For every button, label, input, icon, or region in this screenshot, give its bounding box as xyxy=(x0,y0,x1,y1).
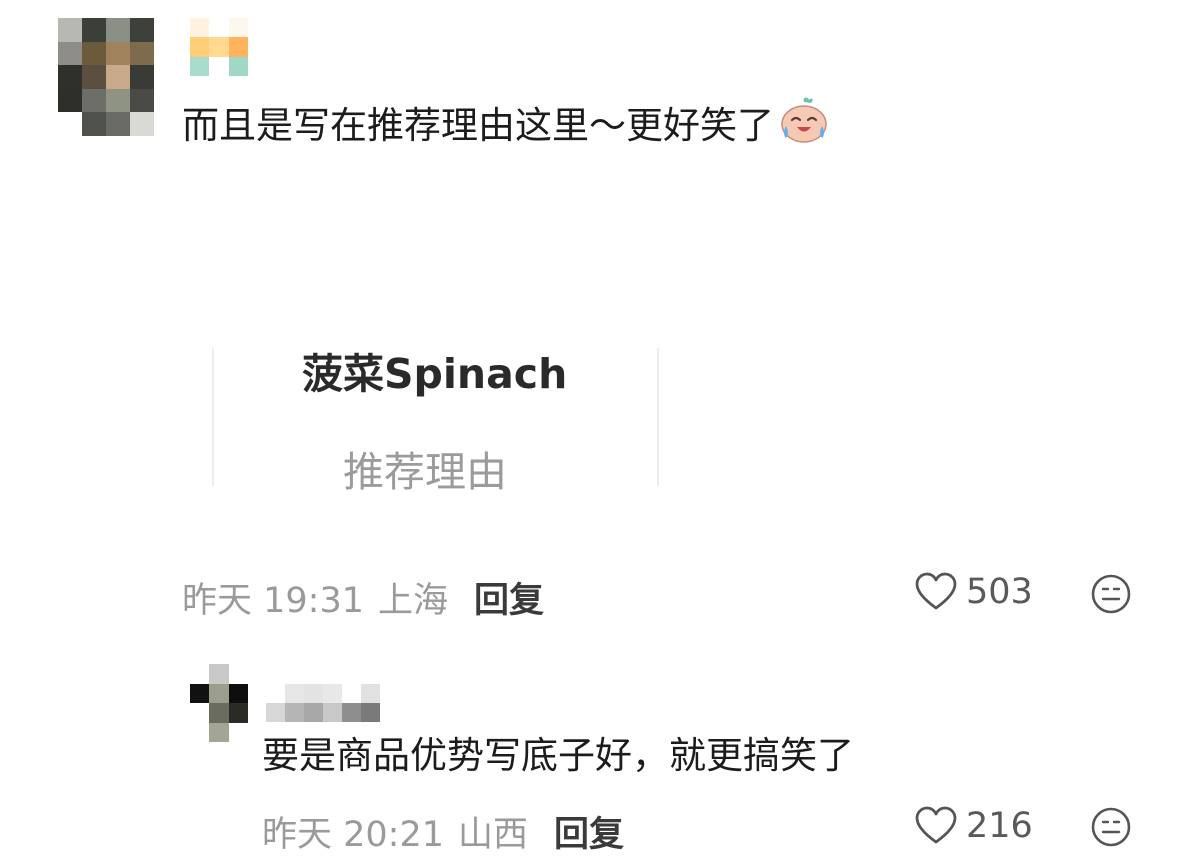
heart-icon xyxy=(915,572,957,610)
pixel-block xyxy=(106,88,130,113)
pixel-block xyxy=(106,65,130,89)
neutral-face-icon xyxy=(1091,574,1131,614)
pixel-block xyxy=(82,112,106,136)
pixel-block xyxy=(209,664,229,684)
pixel-block xyxy=(228,37,248,57)
pixel-block xyxy=(285,684,304,703)
like-count: 216 xyxy=(966,806,1033,846)
pixel-block xyxy=(228,18,248,38)
commenter-avatar[interactable] xyxy=(58,18,154,136)
pixel-block xyxy=(323,703,342,722)
pixel-block xyxy=(82,41,106,66)
pixel-block xyxy=(58,18,82,42)
reply-time: 昨天 20:21 xyxy=(262,815,444,855)
replier-username[interactable] xyxy=(266,684,380,722)
comment-location: 上海 xyxy=(378,581,449,621)
pixel-block xyxy=(209,703,229,723)
pixel-block xyxy=(285,703,304,722)
comment-body: 而且是写在推荐理由这里～更好笑了 xyxy=(182,96,830,154)
pixel-block xyxy=(190,56,210,76)
like-button[interactable]: 216 xyxy=(914,806,1033,846)
pixel-block xyxy=(190,664,210,684)
dislike-button[interactable] xyxy=(1090,806,1132,852)
pixel-block xyxy=(209,722,229,742)
pixel-block xyxy=(58,88,82,113)
pixel-block xyxy=(58,112,82,136)
pixel-block xyxy=(106,41,130,66)
pixel-block xyxy=(209,56,229,76)
pixel-block xyxy=(342,703,361,722)
neutral-face-icon xyxy=(1091,807,1131,847)
pixel-block xyxy=(304,703,323,722)
replier-avatar[interactable] xyxy=(190,664,248,742)
pixel-block xyxy=(323,684,342,703)
pixel-block xyxy=(82,88,106,113)
dislike-button[interactable] xyxy=(1090,573,1132,619)
like-count: 503 xyxy=(966,572,1033,612)
pixel-block xyxy=(82,18,106,42)
pixel-block xyxy=(209,683,229,703)
pixel-block xyxy=(190,683,210,703)
pixel-block xyxy=(228,722,248,742)
crying-laughing-face-icon xyxy=(778,96,830,154)
pixel-block xyxy=(209,37,229,57)
pixel-block xyxy=(58,65,82,89)
pixel-block xyxy=(130,18,154,42)
like-button[interactable]: 503 xyxy=(914,572,1033,612)
pixel-block xyxy=(190,18,210,38)
card-subtitle: 推荐理由 xyxy=(343,448,507,496)
pixel-block xyxy=(106,18,130,42)
comment-text: 而且是写在推荐理由这里～更好笑了 xyxy=(182,104,774,147)
pixel-block xyxy=(190,37,210,57)
pixel-block xyxy=(228,683,248,703)
card-title: 菠菜Spinach xyxy=(302,350,568,398)
reply-text: 要是商品优势写底子好，就更搞笑了 xyxy=(262,734,854,777)
pixel-block xyxy=(58,41,82,66)
pixel-block xyxy=(190,703,210,723)
pixel-block xyxy=(82,65,106,89)
pixel-block xyxy=(361,684,380,703)
comment-meta: 昨天 19:31 上海 回复 xyxy=(182,572,544,623)
pixel-block xyxy=(130,112,154,136)
pixel-block xyxy=(266,684,285,703)
pixel-block xyxy=(266,703,285,722)
reply-button[interactable]: 回复 xyxy=(474,581,544,621)
pixel-block xyxy=(228,56,248,76)
reply-location: 山西 xyxy=(458,815,529,855)
comment-time: 昨天 19:31 xyxy=(182,581,364,621)
pixel-block xyxy=(228,664,248,684)
pixel-block xyxy=(342,684,361,703)
pixel-block xyxy=(209,18,229,38)
heart-icon xyxy=(915,806,957,844)
pixel-block xyxy=(228,703,248,723)
card-right-border xyxy=(657,348,659,486)
pixel-block xyxy=(130,41,154,66)
pixel-block xyxy=(130,65,154,89)
pixel-block xyxy=(361,703,380,722)
pixel-block xyxy=(130,88,154,113)
pixel-block xyxy=(304,684,323,703)
reply-button[interactable]: 回复 xyxy=(554,815,624,855)
reply-meta: 昨天 20:21 山西 回复 xyxy=(262,806,624,857)
commenter-username[interactable] xyxy=(190,18,248,76)
card-left-border xyxy=(212,348,214,486)
pixel-block xyxy=(190,722,210,742)
pixel-block xyxy=(106,112,130,136)
